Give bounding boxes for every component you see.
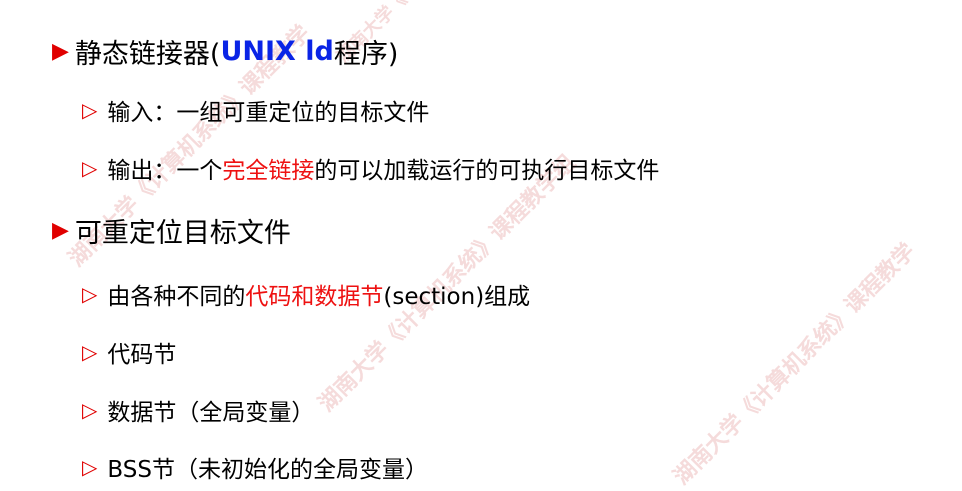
item-text-highlight: 完全链接 xyxy=(222,158,315,184)
outline-triangle-bullet-icon: ▷ xyxy=(82,340,98,364)
sub-bullet-code-section: ▷ 代码节 xyxy=(82,335,176,369)
outline-triangle-bullet-icon: ▷ xyxy=(82,282,98,306)
item-text-post: 程序) xyxy=(333,39,399,70)
item-text-post: (section)组成 xyxy=(383,284,531,310)
item-text-pre: 由各种不同的 xyxy=(107,284,246,310)
item-text: BSS节（未初始化的全局变量） xyxy=(107,457,428,483)
sub-bullet-bss-section: ▷ BSS节（未初始化的全局变量） xyxy=(82,450,428,484)
filled-triangle-bullet-icon: ▶ xyxy=(52,218,69,243)
outline-triangle-bullet-icon: ▷ xyxy=(82,398,98,422)
item-text-highlight: 代码和数据节 xyxy=(245,284,384,310)
outline-triangle-bullet-icon: ▷ xyxy=(82,98,98,122)
sub-bullet-sections: ▷ 由各种不同的 代码和数据节 (section)组成 xyxy=(82,277,530,311)
outline-triangle-bullet-icon: ▷ xyxy=(82,455,98,479)
item-text: 可重定位目标文件 xyxy=(74,218,291,249)
outline-triangle-bullet-icon: ▷ xyxy=(82,156,98,180)
item-text-highlight: UNIX ld xyxy=(220,36,334,67)
slide-content: ▶ 静态链接器(UNIX ld 程序) ▷ 输入：一组可重定位的目标文件 ▷ 输出… xyxy=(0,0,962,484)
item-text: 输入：一组可重定位的目标文件 xyxy=(107,100,430,126)
item-text-pre: 静态链接器( xyxy=(74,39,221,70)
filled-triangle-bullet-icon: ▶ xyxy=(52,39,69,64)
sub-bullet-output: ▷ 输出：一个 完全链接 的可以加载运行的可执行目标文件 xyxy=(82,151,659,185)
sub-bullet-input: ▷ 输入：一组可重定位的目标文件 xyxy=(82,93,429,127)
bullet-relocatable-object: ▶ 可重定位目标文件 xyxy=(52,211,291,250)
bullet-static-linker: ▶ 静态链接器(UNIX ld 程序) xyxy=(52,32,398,71)
item-text-pre: 输出：一个 xyxy=(107,158,223,184)
item-text-post: 的可以加载运行的可执行目标文件 xyxy=(314,158,660,184)
sub-bullet-data-section: ▷ 数据节（全局变量） xyxy=(82,393,314,427)
item-text: 数据节（全局变量） xyxy=(107,400,315,426)
item-text: 代码节 xyxy=(107,342,177,368)
